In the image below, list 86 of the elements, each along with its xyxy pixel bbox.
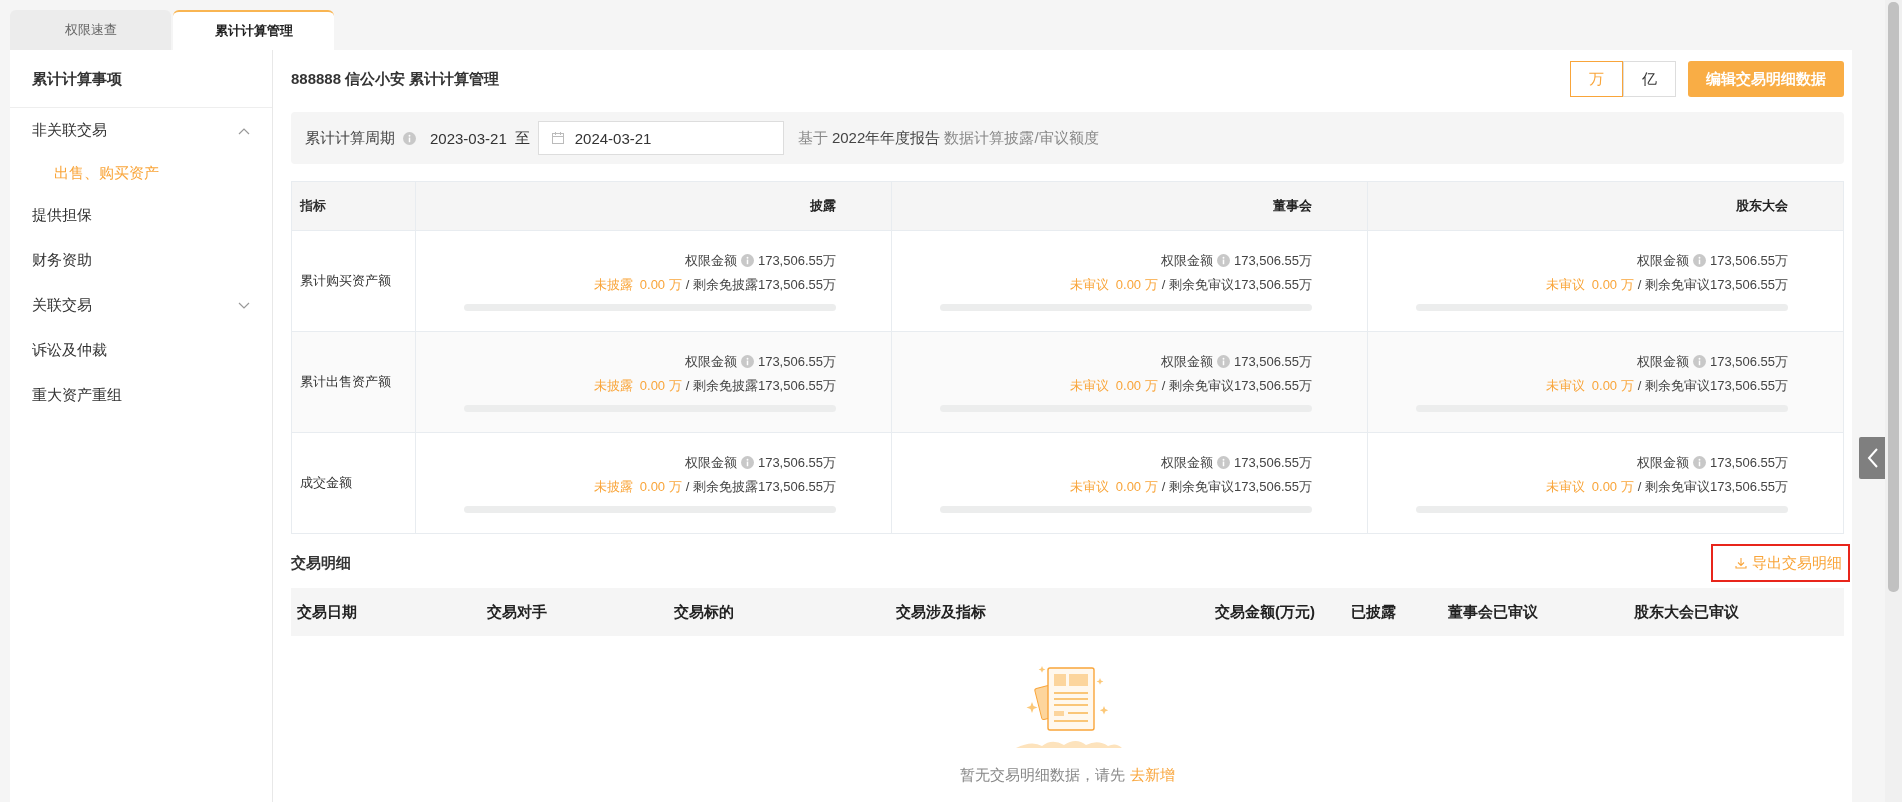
column-header: 交易金额(万元) xyxy=(1214,602,1316,622)
collapse-handle[interactable] xyxy=(1859,437,1886,479)
unit-toggle[interactable]: 亿 xyxy=(1623,61,1676,97)
info-icon xyxy=(1692,254,1706,267)
column-header: 交易日期 xyxy=(296,602,358,622)
empty-message: 暂无交易明细数据，请先 去新增 xyxy=(960,766,1175,785)
limit-label: 权限金额 xyxy=(1636,453,1689,472)
info-icon xyxy=(1692,355,1706,368)
pending-amount: 未审议 0.00 万 xyxy=(1545,275,1634,294)
pending-amount: 未审议 0.00 万 xyxy=(1545,376,1634,395)
sidebar-title: 累计计算事项 xyxy=(10,50,272,108)
section-title: 交易明细 xyxy=(291,553,351,573)
limit-label: 权限金额 xyxy=(1636,352,1689,371)
remaining-amount: / 剩余免披露173,506.55万 xyxy=(685,376,836,395)
chevron-left-icon xyxy=(1865,447,1880,469)
limit-label: 权限金额 xyxy=(684,251,737,270)
pending-amount: 未审议 0.00 万 xyxy=(1545,477,1634,496)
sidebar-item[interactable]: 提供担保 xyxy=(10,193,272,238)
limit-label: 权限金额 xyxy=(684,352,737,371)
remaining-amount: / 剩余免审议173,506.55万 xyxy=(1637,376,1788,395)
info-icon xyxy=(740,254,754,267)
remaining-amount: / 剩余免审议173,506.55万 xyxy=(1637,477,1788,496)
indicator-cell-text: 成交金额 xyxy=(299,474,353,492)
limit-value: 173,506.55万 xyxy=(757,453,836,472)
chevron-up-icon xyxy=(238,126,250,135)
sidebar-item[interactable]: 诉讼及仲裁 xyxy=(10,328,272,373)
tab[interactable]: 权限速查 xyxy=(10,10,171,50)
sidebar-item[interactable]: 非关联交易 xyxy=(10,108,272,153)
end-date-field[interactable]: 2024-03-21 xyxy=(537,121,784,155)
limit-label: 权限金额 xyxy=(1636,251,1689,270)
basis-note: 基于 2022年年度报告 数据计算披露/审议额度 xyxy=(797,128,1099,148)
calendar-icon xyxy=(550,131,565,145)
pending-amount: 未披露 0.00 万 xyxy=(593,477,682,496)
period-label: 累计计算周期 xyxy=(305,128,395,148)
remaining-amount: / 剩余免披露173,506.55万 xyxy=(685,477,836,496)
indicator-cell-text: 累计购买资产额 xyxy=(299,272,392,290)
info-icon xyxy=(740,355,754,368)
sidebar-item[interactable]: 关联交易 xyxy=(10,283,272,328)
pending-amount: 未审议 0.00 万 xyxy=(1069,376,1158,395)
limit-value: 173,506.55万 xyxy=(757,251,836,270)
limit-value: 173,506.55万 xyxy=(1709,453,1788,472)
download-icon xyxy=(1735,557,1747,569)
indicator-cell-text: 累计出售资产额 xyxy=(299,373,392,391)
column-header: 董事会 xyxy=(891,182,1367,230)
remaining-amount: / 剩余免披露173,506.55万 xyxy=(685,275,836,294)
limit-label: 权限金额 xyxy=(684,453,737,472)
limit-value: 173,506.55万 xyxy=(1233,352,1312,371)
pending-amount: 未审议 0.00 万 xyxy=(1069,477,1158,496)
limit-value: 173,506.55万 xyxy=(1709,352,1788,371)
column-header: 已披露 xyxy=(1350,602,1397,622)
column-header: 交易标的 xyxy=(673,602,735,622)
info-icon xyxy=(1692,456,1706,469)
pending-amount: 未披露 0.00 万 xyxy=(593,275,682,294)
page-title: 888888 信公小安 累计计算管理 xyxy=(291,69,501,89)
info-icon xyxy=(1216,254,1230,267)
info-icon xyxy=(1216,355,1230,368)
remaining-amount: / 剩余免审议173,506.55万 xyxy=(1161,275,1312,294)
limit-value: 173,506.55万 xyxy=(1233,251,1312,270)
info-icon xyxy=(740,456,754,469)
tab[interactable]: 累计计算管理 xyxy=(173,10,334,50)
remaining-amount: / 剩余免审议173,506.55万 xyxy=(1161,376,1312,395)
date-separator: 至 xyxy=(514,128,530,148)
column-header: 披露 xyxy=(415,182,891,230)
sidebar-item[interactable]: 重大资产重组 xyxy=(10,373,272,418)
column-header: 交易对手 xyxy=(486,602,548,622)
pending-amount: 未披露 0.00 万 xyxy=(593,376,682,395)
column-header: 交易涉及指标 xyxy=(895,602,987,622)
limit-label: 权限金额 xyxy=(1160,251,1213,270)
column-header: 董事会已审议 xyxy=(1447,602,1539,622)
scrollbar[interactable] xyxy=(1885,0,1902,802)
chevron-down-icon xyxy=(238,301,250,310)
limit-value: 173,506.55万 xyxy=(1233,453,1312,472)
limit-label: 权限金额 xyxy=(1160,352,1213,371)
sidebar-item[interactable]: 财务资助 xyxy=(10,238,272,283)
limit-label: 权限金额 xyxy=(1160,453,1213,472)
column-header: 股东大会 xyxy=(1367,182,1843,230)
info-icon xyxy=(403,131,416,145)
remaining-amount: / 剩余免审议173,506.55万 xyxy=(1637,275,1788,294)
limit-value: 173,506.55万 xyxy=(757,352,836,371)
pending-amount: 未审议 0.00 万 xyxy=(1069,275,1158,294)
remaining-amount: / 剩余免审议173,506.55万 xyxy=(1161,477,1312,496)
limit-value: 173,506.55万 xyxy=(1709,251,1788,270)
column-header: 股东大会已审议 xyxy=(1633,602,1740,622)
info-icon xyxy=(1216,456,1230,469)
column-header: 指标 xyxy=(298,197,327,215)
start-date: 2023-03-21 xyxy=(430,129,507,147)
